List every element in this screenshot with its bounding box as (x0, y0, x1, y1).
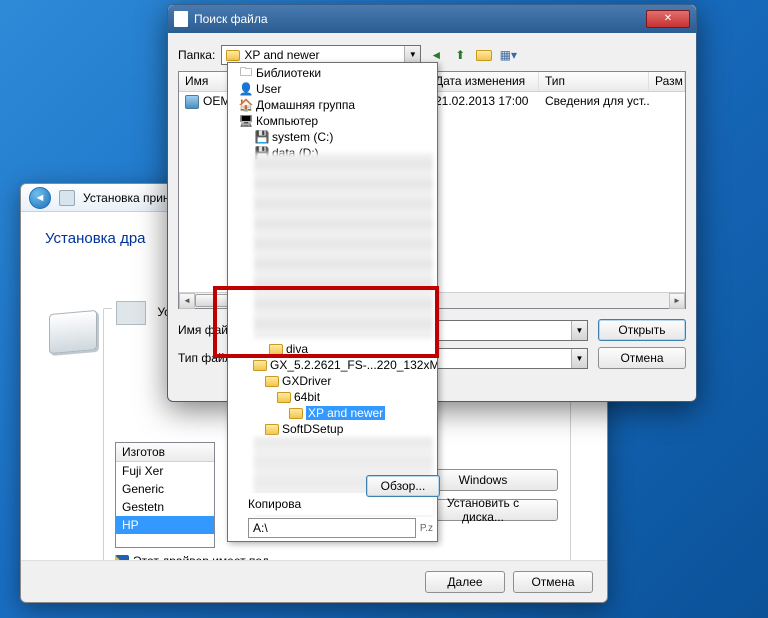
dialog-titlebar: Поиск файла ✕ (168, 5, 696, 33)
tree-gxdriver[interactable]: GXDriver (228, 373, 331, 389)
printer-icon (59, 190, 75, 206)
wizard-title-text: Установка прин (83, 191, 170, 205)
copy-label: Копирова (248, 497, 301, 511)
back-button[interactable]: ◄ (29, 187, 51, 209)
manufacturer-header: Изготов (116, 443, 214, 462)
cancel-button[interactable]: Отмена (513, 571, 593, 593)
folder-icon (226, 50, 240, 61)
folder-tree-dropdown[interactable]: 🗀Библиотеки 👤User 🏠Домашняя группа 🖥Комп… (227, 62, 438, 542)
tree-computer[interactable]: 🖥Компьютер (228, 113, 437, 129)
tree-libraries[interactable]: 🗀Библиотеки (228, 65, 437, 81)
list-item[interactable]: Fuji Xer (116, 462, 214, 480)
driver-disc-icon (49, 310, 97, 354)
scroll-left-arrow[interactable]: ◄ (179, 293, 195, 309)
tree-user[interactable]: 👤User (228, 81, 437, 97)
tree-xp-selected[interactable]: XP and newer (228, 405, 385, 421)
folder-icon (264, 422, 280, 436)
scroll-right-arrow[interactable]: ► (669, 293, 685, 309)
col-date[interactable]: Дата изменения (429, 72, 539, 91)
chevron-down-icon[interactable]: ▼ (571, 349, 587, 368)
next-button[interactable]: Далее (425, 571, 505, 593)
folder-icon (252, 358, 268, 372)
list-item[interactable]: Gestetn (116, 498, 214, 516)
pz-text: P.z (420, 523, 433, 534)
user-icon: 👤 (238, 82, 254, 96)
blurred-region (254, 153, 433, 339)
close-button[interactable]: ✕ (646, 10, 690, 28)
tree-64bit[interactable]: 64bit (228, 389, 320, 405)
computer-icon: 🖥 (238, 114, 254, 128)
list-item-selected[interactable]: HP (116, 516, 214, 534)
browse-button[interactable]: Обзор... (366, 475, 440, 497)
folder-icon (276, 390, 292, 404)
folder-icon (264, 374, 280, 388)
tree-soft[interactable]: SoftDSetup (228, 421, 343, 437)
folder-label: Папка: (178, 48, 215, 62)
chevron-down-icon[interactable]: ▼ (571, 321, 587, 340)
copy-path-row: A:\ P.z (228, 517, 433, 539)
col-type[interactable]: Тип (539, 72, 649, 91)
col-size[interactable]: Разм (649, 72, 685, 91)
dialog-title-text: Поиск файла (194, 12, 268, 26)
wizard-footer: Далее Отмена (21, 560, 607, 602)
setup-info-icon (185, 95, 199, 109)
homegroup-icon: 🏠 (238, 98, 254, 112)
mini-printer-icon (116, 301, 146, 325)
tree-drive-c[interactable]: 💾system (C:) (228, 129, 437, 145)
new-folder-icon[interactable] (475, 46, 493, 64)
libraries-icon: 🗀 (238, 66, 254, 80)
up-folder-icon[interactable]: ⬆ (451, 46, 469, 64)
tree-homegroup[interactable]: 🏠Домашняя группа (228, 97, 437, 113)
copy-path-input[interactable]: A:\ (248, 518, 416, 538)
folder-icon (288, 406, 304, 420)
folder-icon (268, 342, 284, 356)
document-icon (174, 11, 188, 27)
drive-icon: 💾 (254, 130, 270, 144)
tree-gx[interactable]: GX_5.2.2621_FS-...220_132xMFP (228, 357, 437, 373)
cancel-button[interactable]: Отмена (598, 347, 686, 369)
tree-diva[interactable]: diva (228, 341, 308, 357)
manufacturer-list[interactable]: Изготов Fuji Xer Generic Gestetn HP (115, 442, 215, 548)
view-menu-icon[interactable]: ▦▾ (499, 46, 517, 64)
open-button[interactable]: Открыть (598, 319, 686, 341)
list-item[interactable]: Generic (116, 480, 214, 498)
folder-value: XP and newer (244, 48, 319, 62)
